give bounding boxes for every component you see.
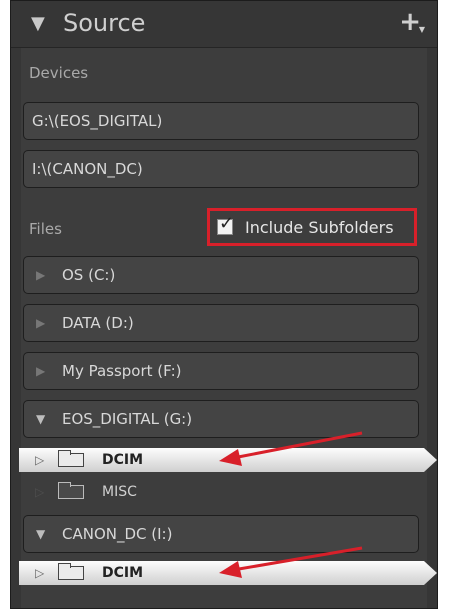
drive-item-c[interactable]: ▶ OS (C:) [23, 256, 419, 294]
include-subfolders-checkbox[interactable]: ✓ [217, 213, 234, 235]
folder-name: DCIM [102, 565, 144, 581]
folder-icon [58, 482, 84, 499]
device-item-i[interactable]: I:\(CANON_DC) [23, 150, 419, 188]
collapse-triangle-icon: ▼ [36, 527, 46, 541]
folder-item-g-dcim[interactable]: ▷ DCIM [19, 448, 437, 472]
collapse-triangle-icon: ▼ [36, 412, 46, 426]
folder-icon [58, 563, 84, 580]
drive-label: EOS_DIGITAL (G:) [62, 410, 193, 428]
drive-label: DATA (D:) [62, 314, 134, 332]
folder-item-g-misc[interactable]: ▷ MISC [19, 480, 429, 504]
expand-triangle-icon[interactable]: ▷ [35, 448, 44, 472]
include-subfolders-label[interactable]: Include Subfolders [245, 218, 394, 237]
folder-item-i-dcim[interactable]: ▷ DCIM [19, 561, 437, 585]
folder-name: MISC [102, 484, 137, 500]
drive-label: OS (C:) [62, 266, 116, 284]
collapse-triangle-icon[interactable]: ▼ [31, 13, 45, 34]
add-source-caret-icon[interactable]: ▼ [419, 25, 425, 34]
devices-section-label: Devices [29, 64, 89, 82]
source-panel-header[interactable]: ▼ Source + ▼ [11, 1, 437, 48]
device-item-g[interactable]: G:\(EOS_DIGITAL) [23, 102, 419, 140]
drive-item-i[interactable]: ▼ CANON_DC (I:) [23, 515, 419, 553]
drive-item-g[interactable]: ▼ EOS_DIGITAL (G:) [23, 400, 419, 438]
drive-item-f[interactable]: ▶ My Passport (F:) [23, 352, 419, 390]
expand-triangle-icon[interactable]: ▷ [35, 561, 44, 585]
checkmark-icon: ✓ [219, 213, 235, 234]
panel-title: Source [63, 9, 146, 37]
drive-label: My Passport (F:) [62, 362, 182, 380]
drive-item-d[interactable]: ▶ DATA (D:) [23, 304, 419, 342]
add-source-icon[interactable]: + [399, 7, 421, 37]
folder-name: DCIM [102, 452, 144, 468]
drive-label: CANON_DC (I:) [62, 525, 173, 543]
expand-triangle-icon: ▶ [36, 364, 46, 378]
expand-triangle-icon: ▶ [36, 268, 46, 282]
folder-icon [58, 450, 84, 467]
include-subfolders-highlight: ✓ Include Subfolders [207, 208, 417, 246]
expand-triangle-icon: ▷ [35, 485, 45, 499]
files-section-label: Files [29, 220, 62, 238]
expand-triangle-icon: ▶ [36, 316, 46, 330]
